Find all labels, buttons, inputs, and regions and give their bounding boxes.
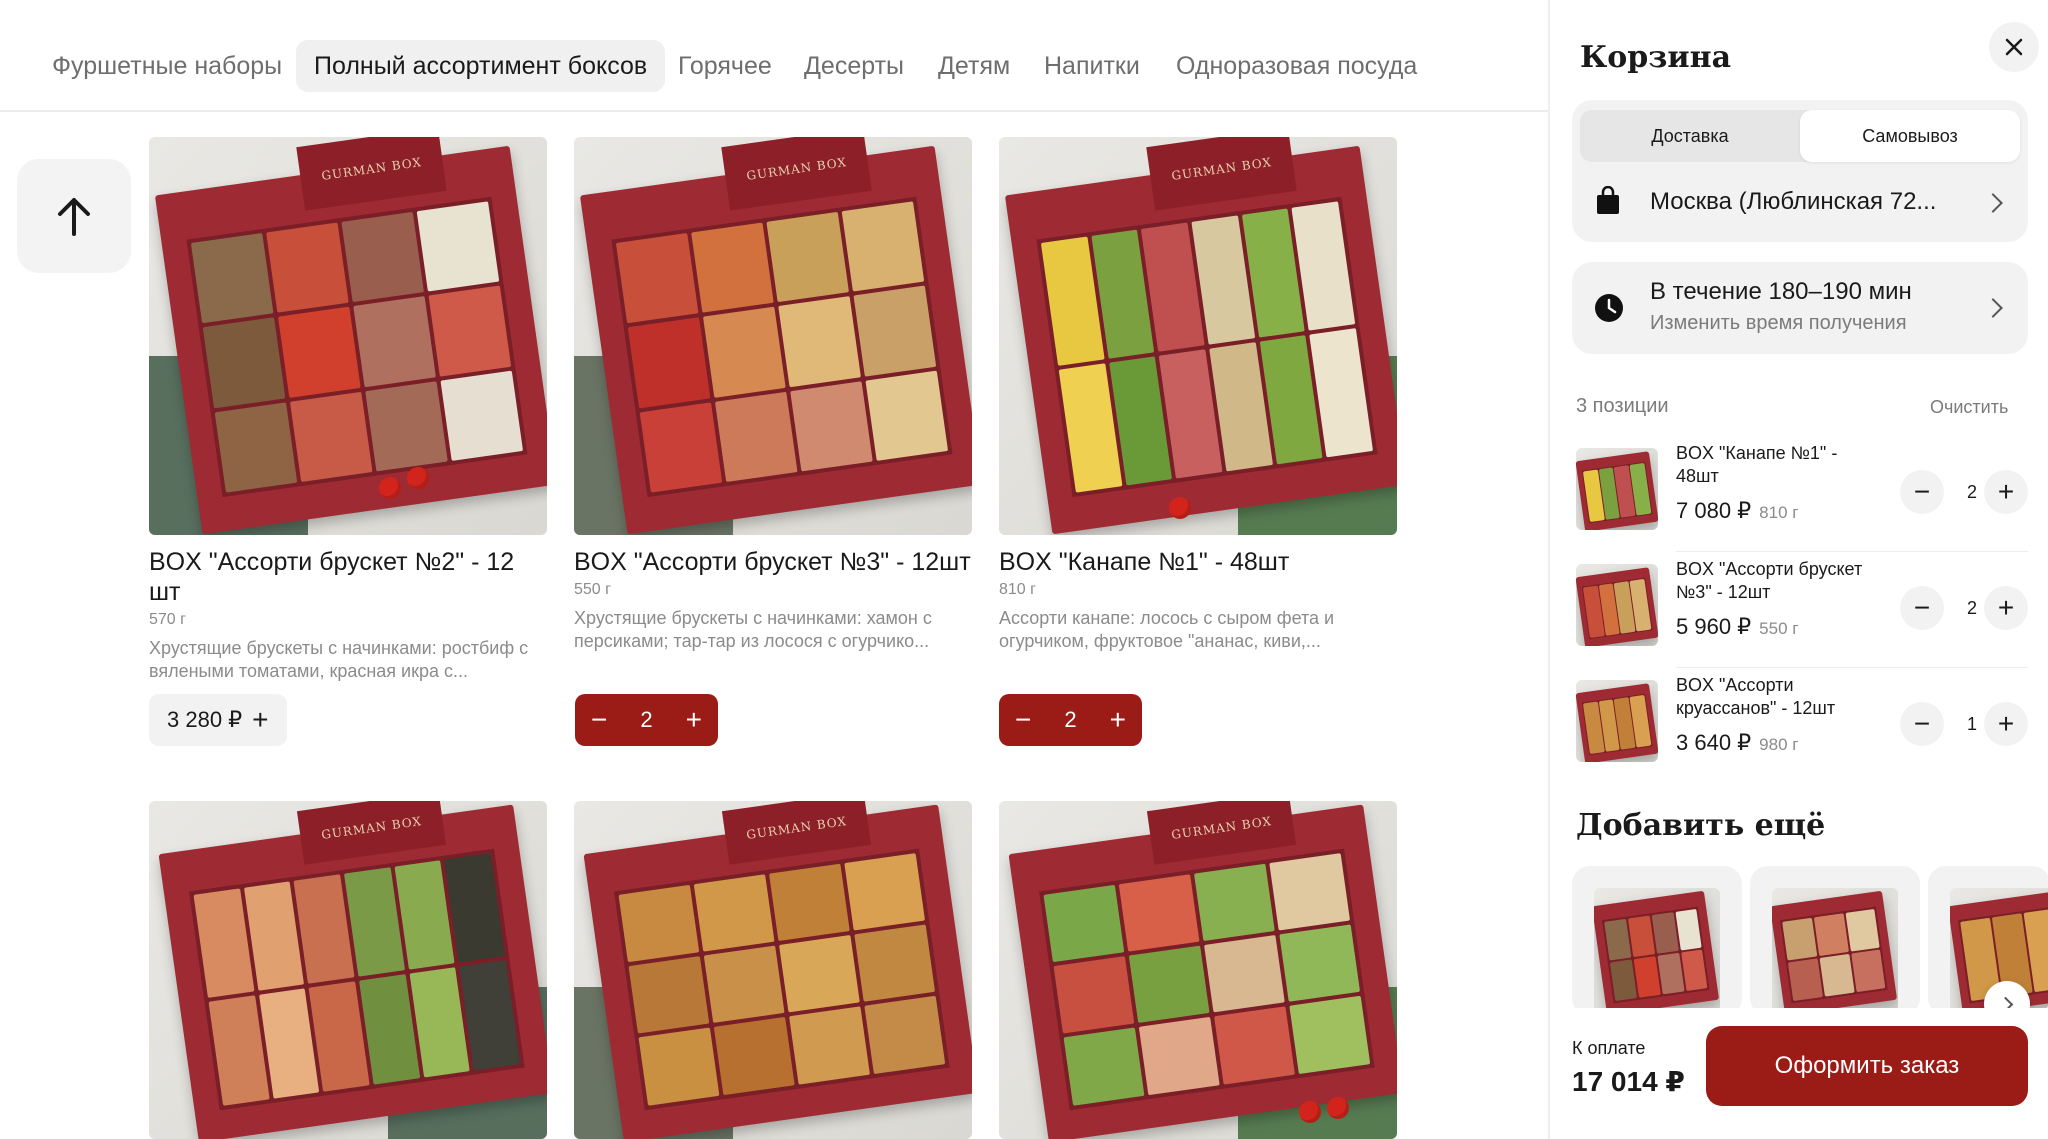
change-time-link[interactable]: Изменить время получения (1650, 312, 1907, 335)
cart-item: BOX "Ассорти круассанов" - 12шт 3 640 ₽9… (1572, 674, 2028, 774)
product-card[interactable]: GURMAN BOX (574, 801, 972, 1139)
pickup-address[interactable]: Москва (Люблинская 72... (1650, 188, 1936, 216)
quantity-value: 2 (1064, 707, 1077, 732)
product-photo[interactable]: GURMAN BOX (999, 801, 1397, 1139)
product-card[interactable]: GURMAN BOX BOX "Ассорти брускет №2" - 12… (149, 137, 547, 683)
catalog: Фуршетные наборы Полный ассортимент бокс… (0, 0, 1548, 1139)
tab-disposable-tableware[interactable]: Одноразовая посуда (1176, 40, 1417, 92)
suggestion-card[interactable] (1750, 866, 1920, 1016)
decrease-quantity-button[interactable]: − (1900, 702, 1944, 746)
cart-item-weight: 810 г (1759, 503, 1799, 522)
cart-panel: Корзина Доставка Самовывоз Москва (Любли… (1548, 0, 2048, 1139)
quantity-value: 2 (640, 707, 653, 732)
increase-quantity-button[interactable]: + (1984, 702, 2028, 746)
product-photo[interactable]: GURMAN BOX (574, 137, 972, 535)
cart-item-price: 3 640 ₽980 г (1676, 730, 1799, 755)
product-photo[interactable]: GURMAN BOX (999, 137, 1397, 535)
tab-drinks[interactable]: Напитки (1044, 40, 1140, 92)
product-weight: 810 г (999, 581, 1036, 598)
product-card[interactable]: GURMAN BOX BOX "Ассорти брускет №3" - 12… (574, 137, 972, 653)
cart-item-image (1576, 564, 1658, 646)
cart-item: BOX "Ассорти брускет №3" - 12шт 5 960 ₽5… (1572, 558, 2028, 668)
increase-quantity-button[interactable]: + (1984, 470, 2028, 514)
checkout-button[interactable]: Оформить заказ (1706, 1026, 2028, 1106)
cart-item-qty: 2 (1966, 598, 1977, 618)
add-more-title: Добавить ещё (1576, 808, 1826, 843)
positions-count: 3 позиции (1576, 395, 1669, 417)
tab-buffet-sets[interactable]: Фуршетные наборы (52, 40, 282, 92)
product-weight: 550 г (574, 581, 611, 598)
product-title[interactable]: BOX "Ассорти брускет №3" - 12шт (574, 547, 972, 577)
cart-item-name: BOX "Ассорти брускет №3" - 12шт (1676, 559, 1863, 602)
pickup-tab[interactable]: Самовывоз (1800, 110, 2020, 162)
checkout-footer: К оплате 17 014 ₽ Оформить заказ (1550, 1008, 2048, 1139)
chevron-right-icon (1983, 193, 2003, 213)
total-label: К оплате (1572, 1038, 1646, 1058)
product-description: Ассорти канапе: лосось с сыром фета и ог… (999, 608, 1335, 651)
add-to-cart-button[interactable]: 3 280 ₽ + (149, 694, 287, 746)
quantity-stepper: − 2 + (999, 694, 1142, 746)
cart-item-price: 7 080 ₽810 г (1676, 498, 1799, 523)
product-card[interactable]: GURMAN BOX (149, 801, 547, 1139)
cart-item: BOX "Канапе №1" - 48шт 7 080 ₽810 г − 2 … (1572, 442, 2028, 552)
cart-item-weight: 980 г (1759, 735, 1799, 754)
delivery-mode-card: Доставка Самовывоз Москва (Люблинская 72… (1572, 100, 2028, 242)
increase-quantity-button[interactable]: + (1984, 586, 2028, 630)
product-card[interactable]: GURMAN BOX (999, 801, 1397, 1139)
delivery-mode-switch: Доставка Самовывоз (1580, 110, 2020, 162)
scroll-up-button[interactable] (17, 159, 131, 273)
pickup-time-card[interactable]: В течение 180–190 мин Изменить время пол… (1572, 262, 2028, 354)
suggestion-card[interactable] (1572, 866, 1742, 1016)
pickup-time: В течение 180–190 мин (1650, 278, 1912, 305)
product-title[interactable]: BOX "Ассорти брускет №2" - 12 шт (149, 547, 547, 607)
tab-desserts[interactable]: Десерты (804, 40, 904, 92)
product-price: 3 280 ₽ (167, 707, 243, 732)
product-photo[interactable]: GURMAN BOX (574, 801, 972, 1139)
product-title[interactable]: BOX "Канапе №1" - 48шт (999, 547, 1397, 577)
chevron-right-icon (1983, 298, 2003, 318)
clock-icon (1595, 294, 1623, 322)
close-button[interactable] (1989, 22, 2039, 72)
delivery-tab[interactable]: Доставка (1580, 110, 1800, 162)
product-card[interactable]: GURMAN BOX BOX "Канапе №1" - 48шт 810 г … (999, 137, 1397, 653)
clear-cart-button[interactable]: Очистить (1930, 397, 2008, 418)
plus-button[interactable]: + (686, 706, 702, 734)
product-weight: 570 г (149, 611, 186, 628)
plus-button[interactable]: + (1110, 706, 1126, 734)
tab-kids[interactable]: Детям (938, 40, 1010, 92)
cart-item-price: 5 960 ₽550 г (1676, 614, 1799, 639)
product-description: Хрустящие брускеты с начинками: ростбиф … (149, 638, 529, 681)
minus-button[interactable]: − (1015, 706, 1031, 734)
category-nav: Фуршетные наборы Полный ассортимент бокс… (0, 0, 1548, 112)
shopping-bag-icon (1597, 186, 1619, 214)
cart-item-qty: 1 (1966, 714, 1977, 734)
cart-title: Корзина (1580, 40, 1732, 75)
close-icon (2005, 38, 2023, 56)
plus-icon: + (252, 704, 269, 735)
cart-item-qty: 2 (1966, 482, 1977, 502)
cart-item-name: BOX "Ассорти круассанов" - 12шт (1676, 675, 1836, 718)
arrow-up-icon (58, 198, 90, 236)
tab-all-boxes[interactable]: Полный ассортимент боксов (296, 40, 666, 92)
cart-item-name: BOX "Канапе №1" - 48шт (1676, 443, 1838, 486)
quantity-stepper: − 2 + (575, 694, 718, 746)
decrease-quantity-button[interactable]: − (1900, 470, 1944, 514)
tab-hot[interactable]: Горячее (678, 40, 772, 92)
cart-item-image (1576, 448, 1658, 530)
product-photo[interactable]: GURMAN BOX (149, 137, 547, 535)
cart-item-weight: 550 г (1759, 619, 1799, 638)
total-amount: 17 014 ₽ (1572, 1066, 1685, 1097)
product-photo[interactable]: GURMAN BOX (149, 801, 547, 1139)
decrease-quantity-button[interactable]: − (1900, 586, 1944, 630)
minus-button[interactable]: − (591, 706, 607, 734)
product-description: Хрустящие брускеты с начинками: хамон с … (574, 608, 932, 651)
cart-item-image (1576, 680, 1658, 762)
